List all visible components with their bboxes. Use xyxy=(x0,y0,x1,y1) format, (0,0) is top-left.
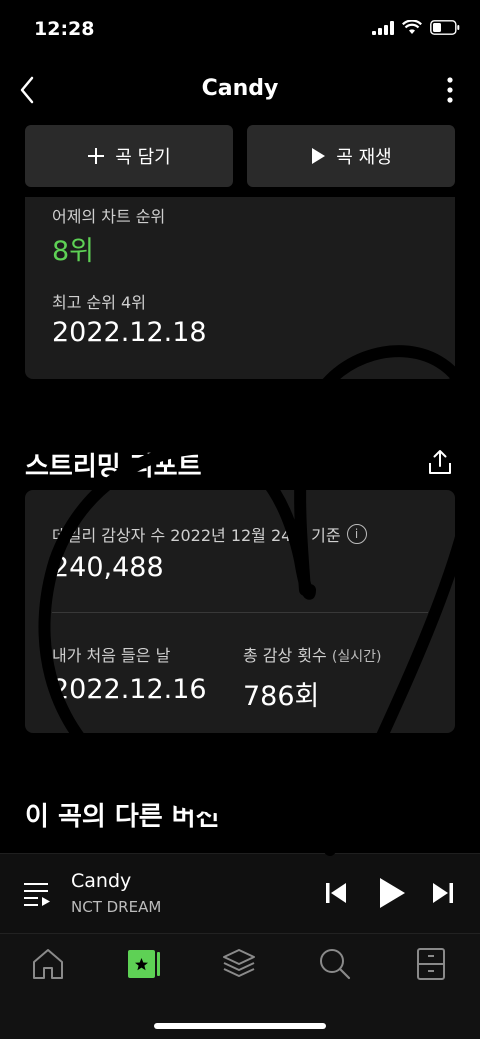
other-versions-title: 이 곡의 다른 버전 xyxy=(25,802,220,832)
status-time: 12:28 xyxy=(34,18,95,40)
layers-icon[interactable] xyxy=(221,946,257,982)
chart-rank-card: 어제의 차트 순위 8위 최고 순위 4위 2022.12.18 xyxy=(25,197,455,379)
wifi-icon xyxy=(402,20,422,34)
next-track-icon[interactable] xyxy=(430,880,456,906)
play-pause-icon[interactable] xyxy=(377,876,407,910)
previous-track-icon[interactable] xyxy=(323,880,349,906)
status-bar: 12:28 xyxy=(0,0,480,60)
home-indicator xyxy=(154,1023,326,1029)
best-rank-date: 2022.12.18 xyxy=(52,317,207,348)
plus-icon xyxy=(88,148,105,164)
yesterday-rank-value: 8위 xyxy=(52,236,95,267)
share-icon[interactable] xyxy=(426,448,454,476)
total-plays-sublabel: (실시간) xyxy=(331,649,382,665)
best-rank-label: 최고 순위 4위 xyxy=(52,293,146,312)
status-icons xyxy=(372,20,460,35)
yesterday-rank-label: 어제의 차트 순위 xyxy=(52,207,166,226)
daily-listeners-label-row: 데일리 감상자 수 2022년 12월 24일 기준 i xyxy=(52,522,367,546)
bottom-tab-bar xyxy=(0,933,480,1039)
action-row: 곡 담기 곡 재생 xyxy=(25,125,455,187)
player-track-artist: NCT DREAM xyxy=(71,898,162,916)
daily-listeners-label: 데일리 감상자 수 2022년 12월 24일 기준 xyxy=(52,526,341,545)
battery-icon xyxy=(430,20,460,35)
search-icon[interactable] xyxy=(317,946,353,982)
add-song-label: 곡 담기 xyxy=(115,147,171,168)
play-icon xyxy=(312,148,326,164)
first-listen-label: 내가 처음 들은 날 xyxy=(52,646,171,665)
play-song-label: 곡 재생 xyxy=(336,147,392,168)
more-options-icon[interactable] xyxy=(440,74,460,106)
page-title: Candy xyxy=(201,76,279,101)
play-song-button[interactable]: 곡 재생 xyxy=(247,125,455,187)
streaming-report-card: 데일리 감상자 수 2022년 12월 24일 기준 i 240,488 내가 … xyxy=(25,490,455,733)
home-icon[interactable] xyxy=(30,946,66,982)
signal-icon xyxy=(372,20,394,35)
nav-bar: Candy xyxy=(0,60,480,120)
info-icon[interactable]: i xyxy=(346,524,367,544)
playlist-icon[interactable] xyxy=(22,878,52,908)
player-track-title: Candy xyxy=(71,870,132,892)
mini-player[interactable]: Candy NCT DREAM xyxy=(0,853,480,933)
total-plays-label: 총 감상 횟수 xyxy=(243,646,327,665)
first-listen-date: 2022.12.16 xyxy=(52,674,207,705)
total-plays-label-row: 총 감상 횟수 (실시간) xyxy=(243,642,381,666)
add-song-button[interactable]: 곡 담기 xyxy=(25,125,233,187)
streaming-report-title: 스트리밍 리포트 xyxy=(25,452,202,482)
divider xyxy=(52,612,428,613)
total-plays-value: 786회 xyxy=(243,681,320,712)
daily-listeners-value: 240,488 xyxy=(52,552,164,583)
storage-icon[interactable] xyxy=(413,946,449,982)
library-icon[interactable] xyxy=(126,946,162,982)
